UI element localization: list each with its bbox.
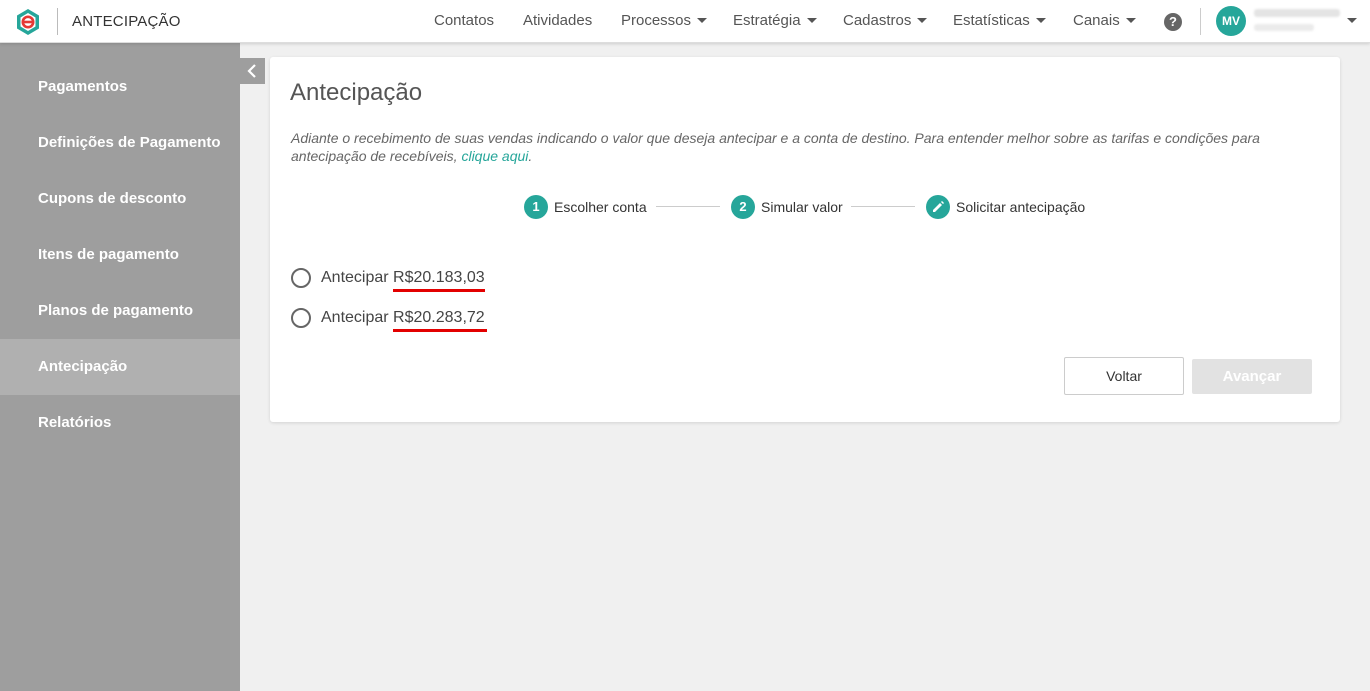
page-description: Adiante o recebimento de suas vendas ind…	[291, 130, 1260, 164]
back-button[interactable]: Voltar	[1064, 357, 1184, 395]
caret-down-icon	[917, 17, 928, 23]
option-antecipar-2[interactable]: Antecipar R$20.283,72	[291, 306, 485, 330]
option-amount: R$20.183,03	[393, 269, 485, 286]
step-escolher-conta: 1 Escolher conta	[524, 195, 647, 219]
header-divider	[1200, 8, 1201, 35]
caret-down-icon	[1125, 17, 1136, 23]
caret-down-icon	[697, 17, 708, 23]
sidebar-item-planos-de-pagamento[interactable]: Planos de pagamento	[0, 283, 240, 339]
user-menu-caret-icon[interactable]	[1347, 18, 1357, 23]
sidebar: Pagamentos Definições de Pagamento Cupon…	[0, 43, 240, 691]
step-solicitar-antecipacao: Solicitar antecipação	[926, 195, 1085, 219]
sidebar-item-relatorios[interactable]: Relatórios	[0, 395, 240, 451]
caret-down-icon	[806, 17, 817, 23]
avatar[interactable]: MV	[1216, 6, 1246, 36]
sidebar-item-cupons-de-desconto[interactable]: Cupons de desconto	[0, 171, 240, 227]
step-connector	[851, 206, 915, 207]
step-connector	[656, 206, 720, 207]
option-antecipar-1[interactable]: Antecipar R$20.183,03	[291, 266, 485, 290]
antecipacao-card: Antecipação Adiante o recebimento de sua…	[270, 57, 1340, 422]
nav-contatos[interactable]: Contatos	[434, 12, 494, 29]
top-bar: ANTECIPAÇÃO Contatos Atividades Processo…	[0, 0, 1370, 43]
chevron-left-icon	[247, 64, 256, 78]
radio-button[interactable]	[291, 308, 311, 328]
step-simular-valor: 2 Simular valor	[731, 195, 843, 219]
nav-processos[interactable]: Processos	[621, 12, 708, 29]
help-icon[interactable]: ?	[1164, 13, 1182, 31]
app-logo-icon[interactable]	[14, 8, 42, 36]
caret-down-icon	[1035, 17, 1046, 23]
sidebar-item-definicoes-de-pagamento[interactable]: Definições de Pagamento	[0, 115, 240, 171]
step-number-badge: 1	[524, 195, 548, 219]
highlight-underline	[393, 289, 485, 292]
app-title: ANTECIPAÇÃO	[72, 13, 181, 30]
nav-estatisticas[interactable]: Estatísticas	[953, 12, 1046, 29]
sidebar-item-itens-de-pagamento[interactable]: Itens de pagamento	[0, 227, 240, 283]
user-company-redacted	[1254, 24, 1314, 31]
nav-atividades[interactable]: Atividades	[523, 12, 592, 29]
radio-button[interactable]	[291, 268, 311, 288]
nav-estrategia[interactable]: Estratégia	[733, 12, 817, 29]
page-title: Antecipação	[290, 79, 423, 106]
next-button[interactable]: Avançar	[1192, 359, 1312, 394]
step-number-badge: 2	[731, 195, 755, 219]
collapse-sidebar-button[interactable]	[240, 58, 265, 84]
nav-cadastros[interactable]: Cadastros	[843, 12, 928, 29]
nav-canais[interactable]: Canais	[1073, 12, 1136, 29]
sidebar-item-antecipacao[interactable]: Antecipação	[0, 339, 240, 395]
pencil-icon	[926, 195, 950, 219]
option-amount: R$20.283,72	[393, 309, 485, 326]
user-name-redacted	[1254, 9, 1340, 17]
sidebar-item-pagamentos[interactable]: Pagamentos	[0, 59, 240, 115]
logo-divider	[57, 8, 58, 35]
highlight-underline	[393, 329, 487, 332]
terms-link[interactable]: clique aqui	[461, 148, 528, 164]
